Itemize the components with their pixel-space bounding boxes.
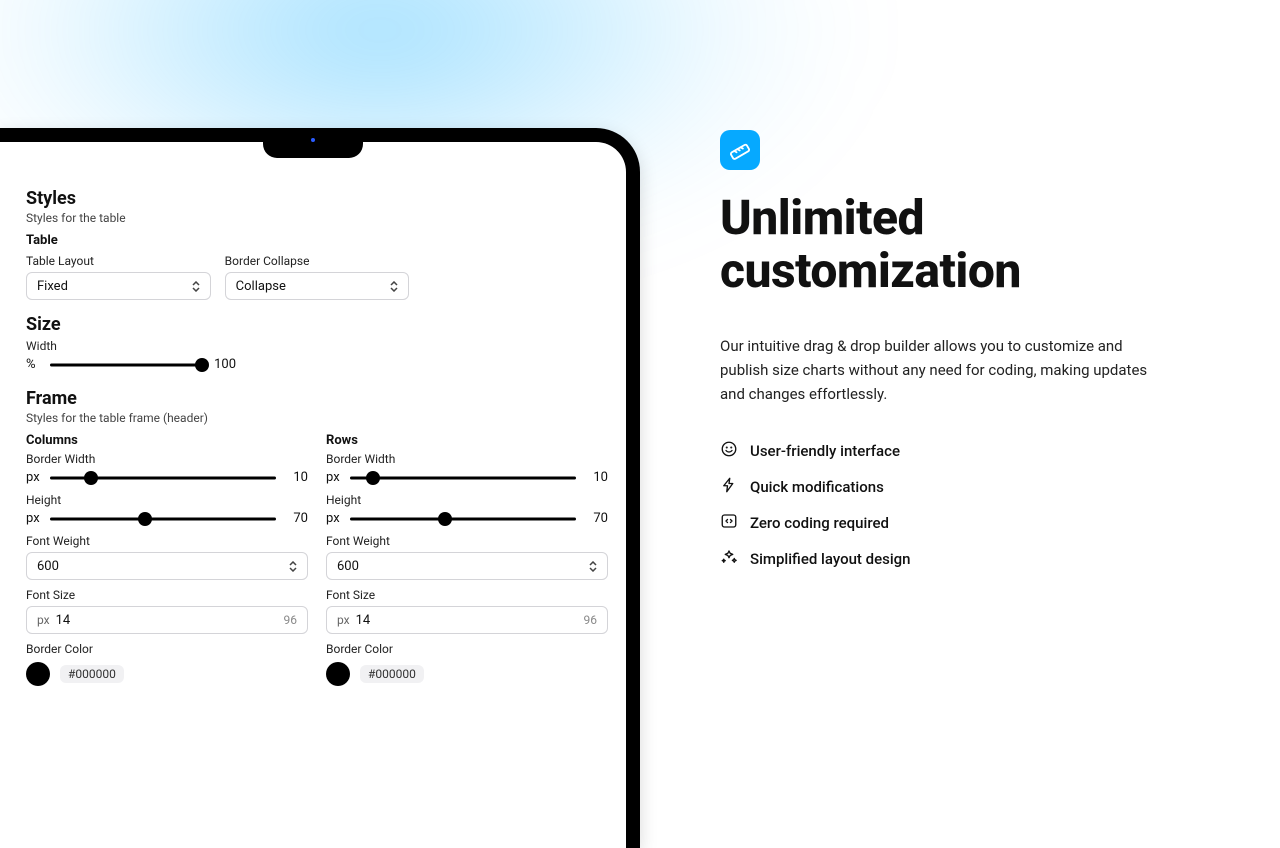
columns-heading: Columns [26, 433, 308, 448]
section-styles-title: Styles [26, 188, 608, 209]
feature-item: User-friendly interface [720, 440, 1200, 462]
rows-height-slider[interactable] [350, 512, 576, 526]
columns-height-slider[interactable] [50, 512, 276, 526]
code-icon [720, 512, 738, 534]
columns-font-size-input[interactable]: px 14 96 [26, 606, 308, 634]
feature-text: Zero coding required [750, 514, 889, 532]
rows-border-width-value: 10 [584, 470, 608, 485]
columns-border-width-slider[interactable] [50, 471, 276, 485]
border-collapse-value: Collapse [236, 279, 286, 294]
columns-height-unit: px [26, 511, 42, 526]
table-heading: Table [26, 233, 608, 248]
feature-text: Quick modifications [750, 478, 884, 496]
columns-font-size-label: Font Size [26, 588, 308, 602]
table-layout-select[interactable]: Fixed [26, 272, 211, 300]
rows-font-size-unit: px [337, 613, 350, 627]
smile-icon [720, 440, 738, 462]
section-styles-subtitle: Styles for the table [26, 211, 608, 225]
columns-border-width-label: Border Width [26, 452, 308, 466]
columns-border-width-value: 10 [284, 470, 308, 485]
columns-height-value: 70 [284, 511, 308, 526]
feature-item: Quick modifications [720, 476, 1200, 498]
columns-border-width-unit: px [26, 470, 42, 485]
rows-border-width-unit: px [326, 470, 342, 485]
section-size-title: Size [26, 314, 608, 335]
rows-border-color-swatch[interactable] [326, 662, 350, 686]
width-value: 100 [212, 357, 236, 372]
width-unit: % [26, 357, 42, 372]
styles-panel: Styles Styles for the table Table Table … [26, 188, 608, 848]
tablet-device-frame: Styles Styles for the table Table Table … [0, 128, 640, 848]
chevron-updown-icon [390, 281, 398, 292]
rows-height-unit: px [326, 511, 342, 526]
columns-font-size-value: 14 [56, 613, 71, 628]
width-label: Width [26, 339, 608, 353]
rows-border-width-label: Border Width [326, 452, 608, 466]
rows-height-value: 70 [584, 511, 608, 526]
feature-text: Simplified layout design [750, 550, 911, 568]
columns-font-size-max: 96 [284, 613, 298, 627]
ruler-icon [729, 139, 751, 161]
rows-heading: Rows [326, 433, 608, 448]
columns-height-label: Height [26, 493, 308, 507]
section-frame-title: Frame [26, 388, 608, 409]
columns-font-size-unit: px [37, 613, 50, 627]
hero-section: Unlimited customization Our intuitive dr… [720, 130, 1200, 570]
feature-item: Zero coding required [720, 512, 1200, 534]
hero-title: Unlimited customization [720, 192, 1200, 298]
table-layout-value: Fixed [37, 279, 68, 294]
rows-border-color-hex: #000000 [360, 665, 424, 683]
border-collapse-label: Border Collapse [225, 254, 410, 268]
rows-font-weight-label: Font Weight [326, 534, 608, 548]
rows-font-size-input[interactable]: px 14 96 [326, 606, 608, 634]
rows-font-size-label: Font Size [326, 588, 608, 602]
feature-list: User-friendly interface Quick modificati… [720, 440, 1200, 570]
rows-font-weight-value: 600 [337, 559, 359, 574]
sparkles-icon [720, 548, 738, 570]
chevron-updown-icon [192, 281, 200, 292]
rows-height-label: Height [326, 493, 608, 507]
width-slider[interactable] [50, 358, 204, 372]
rows-font-weight-select[interactable]: 600 [326, 552, 608, 580]
rows-font-size-max: 96 [584, 613, 598, 627]
rows-border-color-label: Border Color [326, 642, 608, 656]
rows-border-width-slider[interactable] [350, 471, 576, 485]
columns-border-color-swatch[interactable] [26, 662, 50, 686]
feature-item: Simplified layout design [720, 548, 1200, 570]
lightning-icon [720, 476, 738, 498]
columns-border-color-hex: #000000 [60, 665, 124, 683]
chevron-updown-icon [289, 561, 297, 572]
hero-icon-tile [720, 130, 760, 170]
section-frame-subtitle: Styles for the table frame (header) [26, 411, 608, 425]
tablet-notch [263, 128, 363, 158]
columns-font-weight-select[interactable]: 600 [26, 552, 308, 580]
columns-font-weight-label: Font Weight [26, 534, 308, 548]
hero-description: Our intuitive drag & drop builder allows… [720, 334, 1170, 406]
chevron-updown-icon [589, 561, 597, 572]
table-layout-label: Table Layout [26, 254, 211, 268]
rows-font-size-value: 14 [356, 613, 371, 628]
feature-text: User-friendly interface [750, 442, 900, 460]
columns-font-weight-value: 600 [37, 559, 59, 574]
columns-border-color-label: Border Color [26, 642, 308, 656]
border-collapse-select[interactable]: Collapse [225, 272, 410, 300]
